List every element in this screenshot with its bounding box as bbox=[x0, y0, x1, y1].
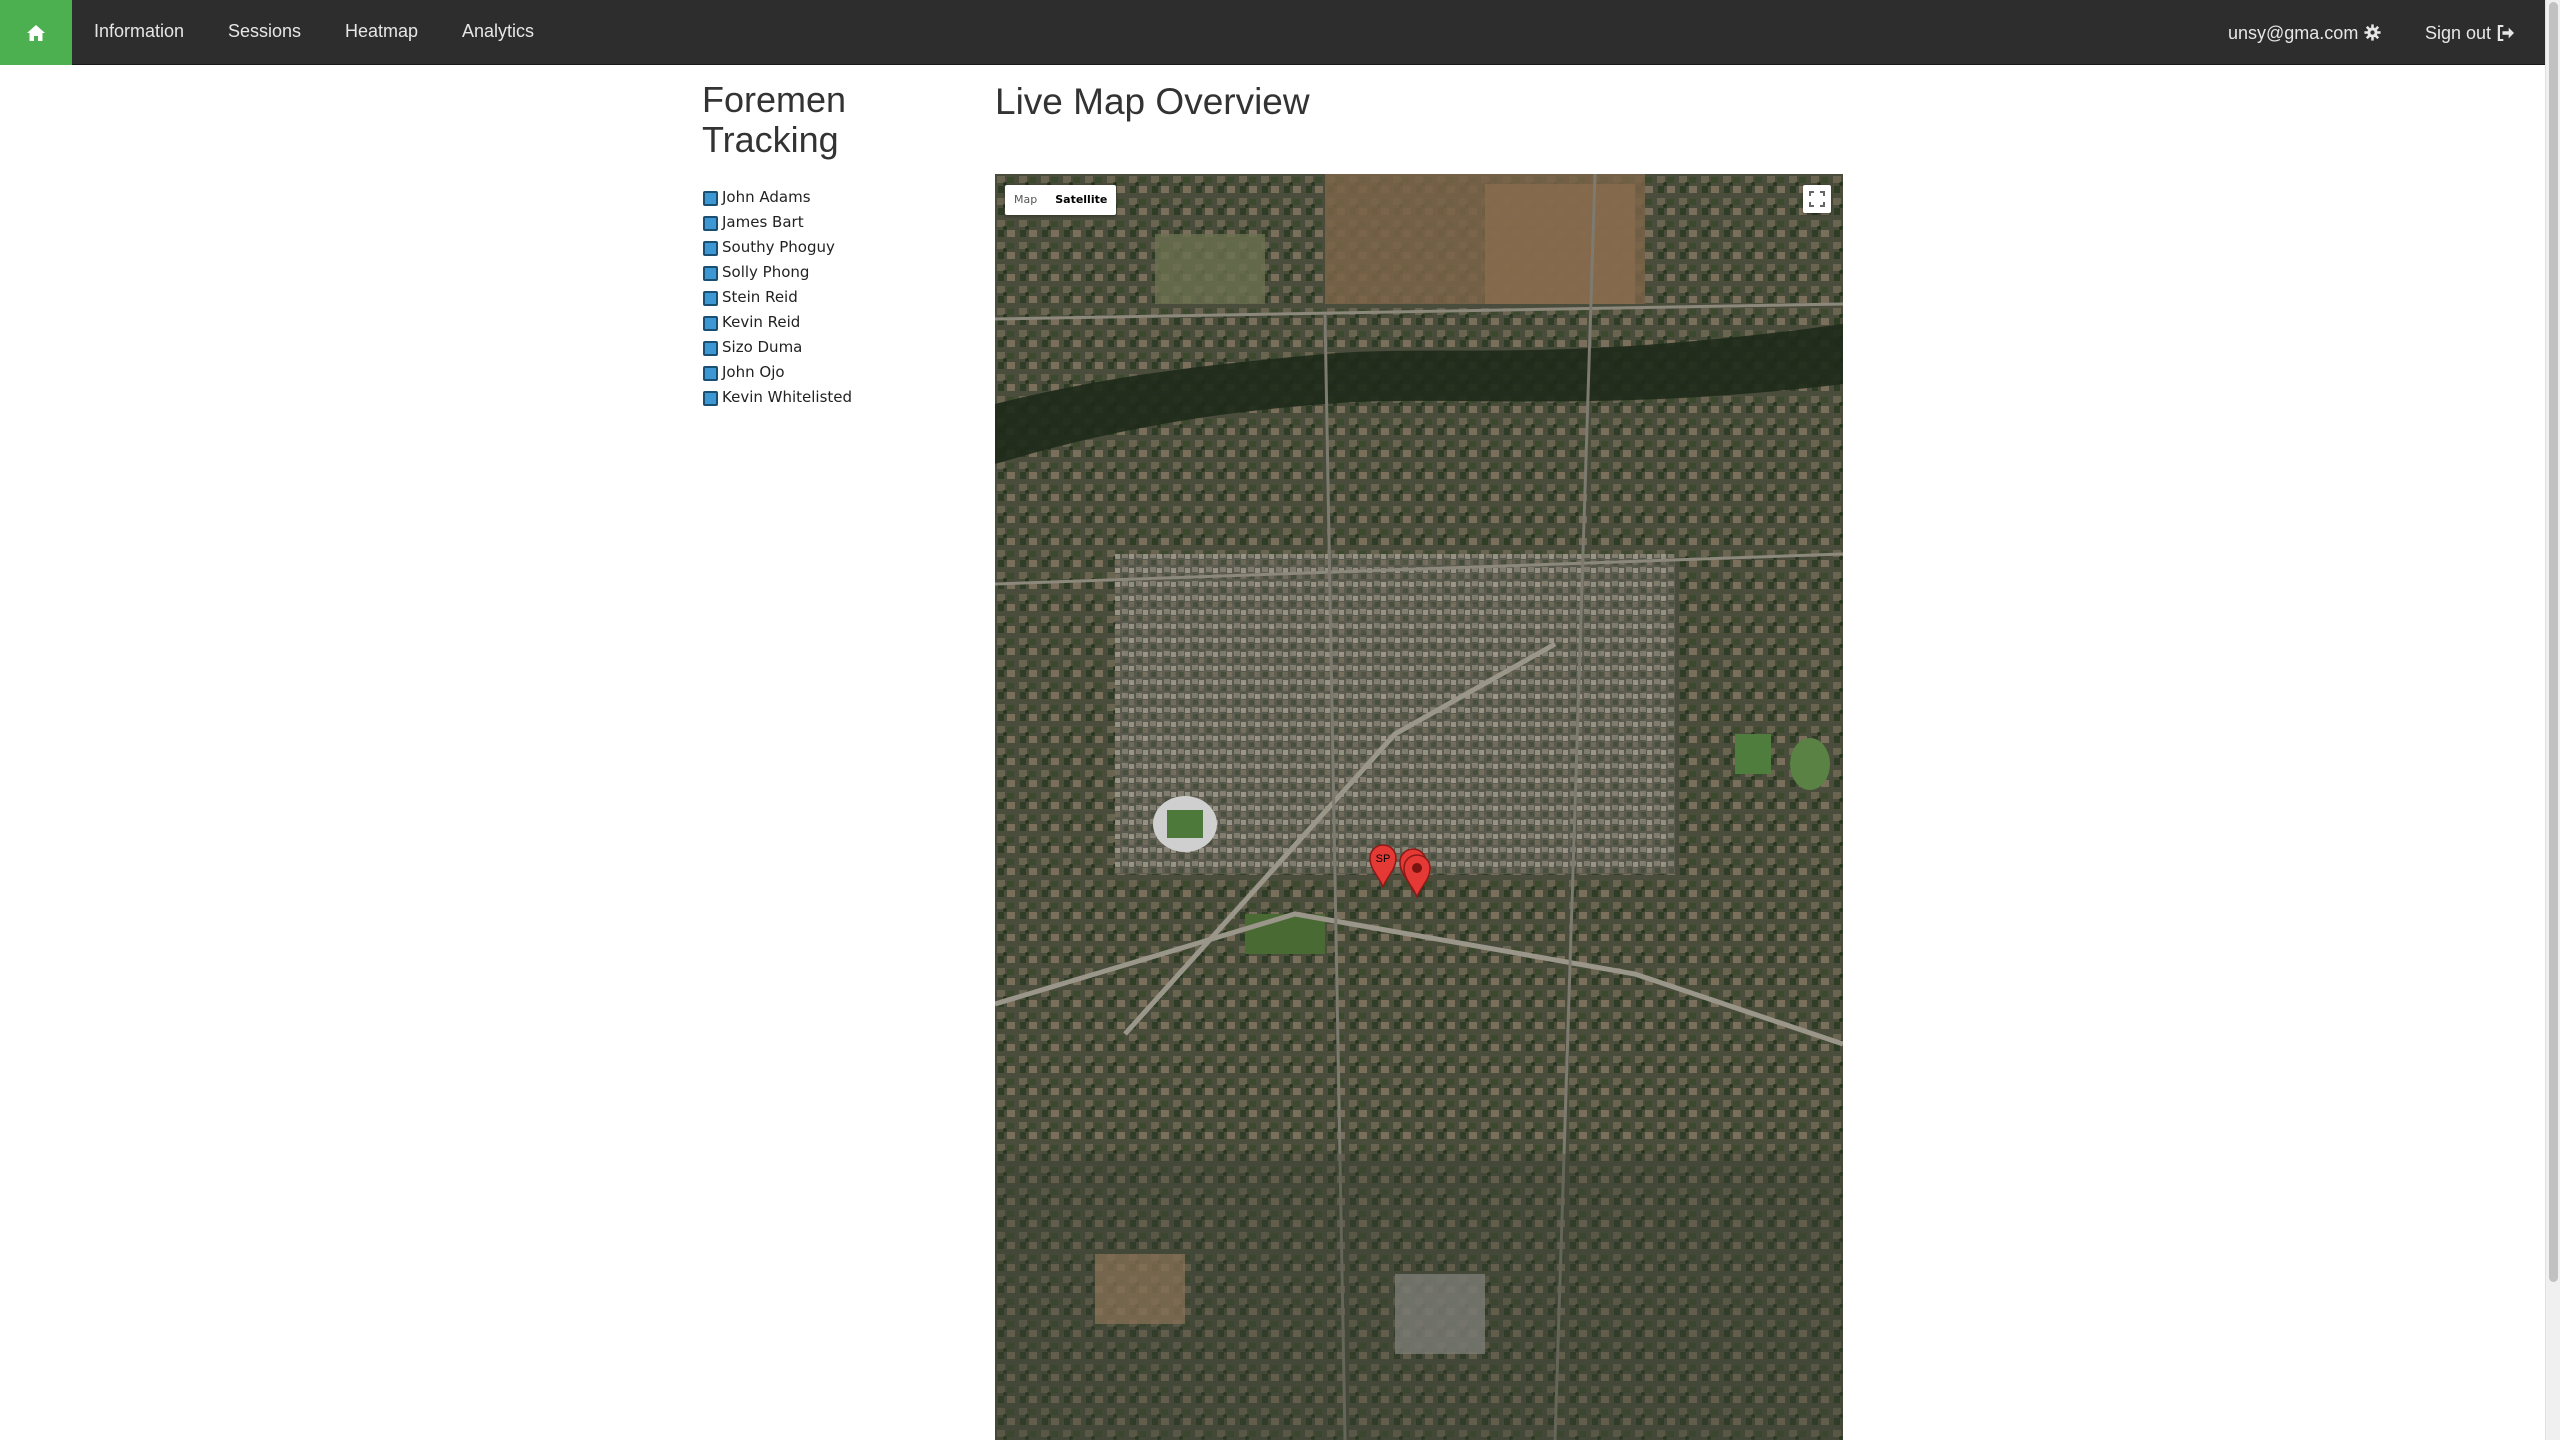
foreman-name: Solly Phong bbox=[722, 262, 810, 281]
map-pin-icon bbox=[1403, 854, 1431, 900]
sign-out-label: Sign out bbox=[2425, 22, 2492, 43]
foremen-list: John Adams James Bart Southy Phoguy Soll… bbox=[703, 184, 852, 409]
foreman-checkbox[interactable] bbox=[703, 266, 718, 281]
home-icon bbox=[27, 24, 45, 41]
marker-label: SP bbox=[1376, 853, 1391, 865]
nav-sessions[interactable]: Sessions bbox=[228, 0, 301, 65]
foreman-checkbox[interactable] bbox=[703, 241, 718, 256]
foreman-checkbox[interactable] bbox=[703, 341, 718, 356]
user-email: unsy@gma.com bbox=[2228, 22, 2359, 43]
page-title: Live Map Overview bbox=[995, 81, 1310, 122]
foreman-item[interactable]: Solly Phong bbox=[703, 259, 852, 284]
foreman-checkbox[interactable] bbox=[703, 391, 718, 406]
foreman-item[interactable]: Kevin Whitelisted bbox=[703, 384, 852, 409]
fullscreen-button[interactable] bbox=[1803, 185, 1831, 213]
foreman-item[interactable]: Southy Phoguy bbox=[703, 234, 852, 259]
foreman-checkbox[interactable] bbox=[703, 216, 718, 231]
foreman-checkbox[interactable] bbox=[703, 291, 718, 306]
foreman-marker[interactable]: SP bbox=[1369, 844, 1397, 893]
foreman-name: John Ojo bbox=[722, 362, 785, 381]
foreman-item[interactable]: James Bart bbox=[703, 209, 852, 234]
map-type-map-button[interactable]: Map bbox=[1005, 185, 1046, 215]
foreman-marker[interactable] bbox=[1403, 854, 1431, 903]
user-settings-link[interactable]: unsy@gma.com bbox=[2228, 0, 2381, 65]
sign-out-link[interactable]: Sign out bbox=[2425, 0, 2515, 65]
map-type-satellite-button[interactable]: Satellite bbox=[1046, 185, 1116, 215]
foreman-checkbox[interactable] bbox=[703, 316, 718, 331]
foreman-name: Southy Phoguy bbox=[722, 237, 835, 256]
nav-information[interactable]: Information bbox=[94, 0, 184, 65]
satellite-map[interactable]: Map Satellite SP bbox=[995, 174, 1843, 1440]
map-pin-icon: SP bbox=[1369, 844, 1397, 890]
sign-out-icon bbox=[2497, 24, 2515, 41]
foreman-item[interactable]: Sizo Duma bbox=[703, 334, 852, 359]
nav-heatmap[interactable]: Heatmap bbox=[345, 0, 418, 65]
foreman-item[interactable]: Stein Reid bbox=[703, 284, 852, 309]
foreman-checkbox[interactable] bbox=[703, 191, 718, 206]
foreman-checkbox[interactable] bbox=[703, 366, 718, 381]
satellite-imagery bbox=[995, 174, 1843, 1440]
foreman-item[interactable]: Kevin Reid bbox=[703, 309, 852, 334]
gear-icon bbox=[2364, 24, 2381, 41]
map-type-control: Map Satellite bbox=[1005, 185, 1117, 215]
home-button[interactable] bbox=[0, 0, 72, 65]
sidebar-title: Foremen Tracking bbox=[702, 79, 847, 160]
foreman-item[interactable]: John Ojo bbox=[703, 359, 852, 384]
foreman-name: Kevin Reid bbox=[722, 312, 801, 331]
fullscreen-icon bbox=[1809, 191, 1825, 207]
nav-analytics[interactable]: Analytics bbox=[462, 0, 534, 65]
foreman-name: Kevin Whitelisted bbox=[722, 387, 853, 406]
foreman-item[interactable]: John Adams bbox=[703, 184, 852, 209]
foreman-name: Stein Reid bbox=[722, 287, 798, 306]
scrollbar-thumb[interactable] bbox=[2549, 2, 2558, 1282]
foreman-name: Sizo Duma bbox=[722, 337, 803, 356]
foreman-name: John Adams bbox=[722, 187, 811, 206]
page-scrollbar[interactable] bbox=[2545, 0, 2560, 1440]
top-navbar: Information Sessions Heatmap Analytics u… bbox=[0, 0, 2545, 65]
foreman-name: James Bart bbox=[722, 212, 804, 231]
